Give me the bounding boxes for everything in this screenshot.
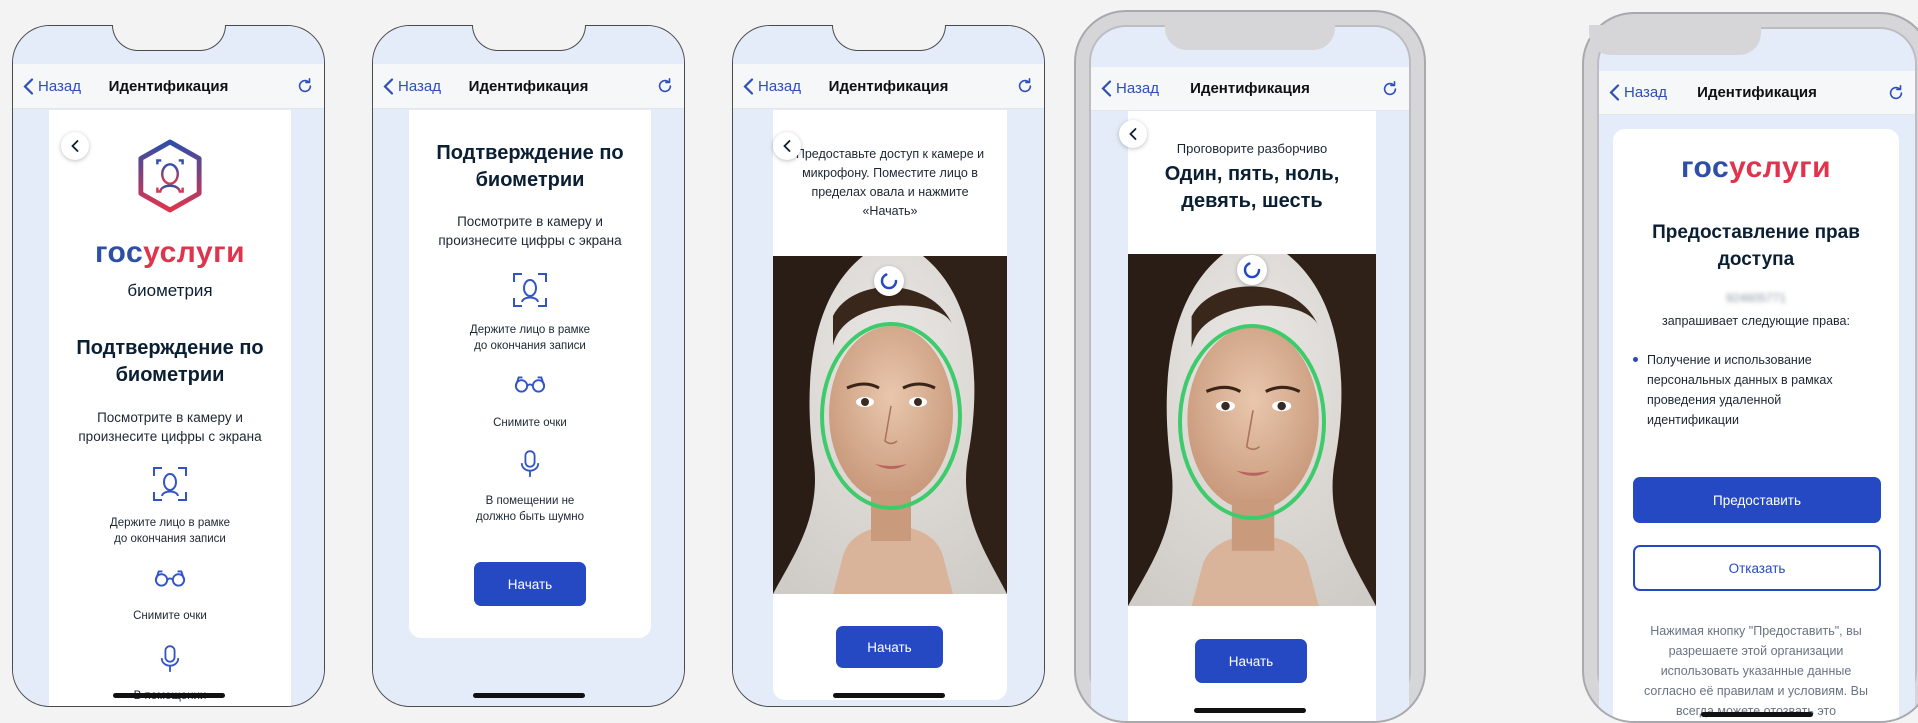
face-frame-icon [153, 467, 187, 501]
nav-bar: Назад Идентификация [1599, 71, 1915, 115]
chevron-left-icon [743, 77, 754, 95]
microphone-icon [160, 645, 180, 672]
nav-bar: Назад Идентификация [733, 64, 1044, 109]
refresh-icon[interactable] [296, 77, 314, 95]
refresh-icon[interactable] [1887, 84, 1905, 102]
tip-face-frame: Держите лицо в рамке до окончания записи [469, 324, 591, 352]
phone-screen-1: Назад Идентификация госуслуги биометрия … [12, 25, 325, 707]
back-label: Назад [1624, 84, 1667, 101]
content-card: Проговорите разборчиво Один, пять, ноль,… [1128, 111, 1376, 721]
spinner-icon [1243, 261, 1261, 279]
phone-screen-3: Назад Идентификация Предоставьте доступ … [732, 25, 1045, 707]
nav-bar: Назад Идентификация [1091, 67, 1409, 111]
back-button[interactable]: Назад [743, 78, 801, 95]
camera-preview [773, 256, 1007, 594]
camera-preview [1128, 254, 1376, 606]
face-frame-icon [513, 273, 547, 307]
face-oval-guide [820, 322, 962, 510]
grant-button[interactable]: Предоставить [1633, 477, 1881, 523]
description: Посмотрите в камеру и произнесите цифры … [78, 410, 262, 444]
nav-bar: Назад Идентификация [13, 64, 324, 109]
home-indicator [472, 693, 585, 698]
start-button[interactable]: Начать [1195, 639, 1307, 683]
consent-footer: Нажимая кнопку "Предоставить", вы разреш… [1644, 624, 1868, 718]
refresh-icon[interactable] [1016, 77, 1034, 95]
loading-spinner [1237, 255, 1267, 285]
phone-screen-4: Назад Идентификация Проговорите разборчи… [1074, 10, 1426, 723]
back-label: Назад [758, 77, 801, 95]
chevron-left-icon [71, 140, 79, 152]
gosuslugi-logo: госуслуги [1680, 151, 1832, 184]
page-heading: Подтверждение по биометрии [76, 337, 264, 386]
back-button[interactable]: Назад [23, 78, 81, 95]
content-card: госуслуги биометрия Подтверждение по био… [49, 110, 291, 706]
tip-noise: В помещении не должно быть шумно [475, 495, 584, 523]
phone-notch [472, 25, 586, 51]
deny-button[interactable]: Отказать [1633, 545, 1881, 591]
phone-notch [832, 25, 946, 51]
page-heading: Предоставление прав доступа [1652, 222, 1860, 270]
home-indicator [832, 693, 945, 698]
nav-bar: Назад Идентификация [373, 64, 684, 109]
phone-notch [112, 25, 226, 51]
back-button[interactable]: Назад [1609, 84, 1667, 101]
back-label: Назад [1116, 80, 1159, 97]
tip-glasses: Снимите очки [133, 610, 207, 622]
biometry-logo-icon [138, 139, 202, 213]
glasses-icon [514, 376, 546, 393]
description: Посмотрите в камеру и произнесите цифры … [438, 214, 622, 248]
loading-spinner [874, 266, 904, 296]
microphone-icon [520, 450, 540, 477]
content-card: Подтверждение по биометрии Посмотрите в … [409, 110, 651, 638]
permission-text: Получение и использование персональных д… [1647, 353, 1833, 427]
permission-item: Получение и использование персональных д… [1633, 350, 1881, 430]
chevron-left-icon [783, 140, 791, 152]
bullet-dot [1633, 357, 1638, 362]
back-button[interactable]: Назад [1101, 80, 1159, 97]
chevron-left-icon [1129, 128, 1137, 140]
home-indicator [1194, 708, 1306, 713]
start-button[interactable]: Начать [474, 562, 586, 606]
organization-id: 924605771 [1725, 291, 1787, 305]
back-label: Назад [398, 77, 441, 95]
chevron-left-icon [23, 77, 34, 95]
back-button[interactable]: Назад [383, 78, 441, 95]
phone-screen-2: Назад Идентификация Подтверждение по био… [372, 25, 685, 707]
phone-notch [1589, 25, 1761, 55]
tip-face-frame: Держите лицо в рамке до окончания записи [109, 517, 231, 545]
chevron-left-icon [1609, 84, 1620, 101]
brand-subtitle: биометрия [127, 281, 213, 300]
page-heading: Подтверждение по биометрии [436, 142, 624, 191]
home-indicator [1701, 712, 1813, 717]
content-card: Предоставьте доступ к камере и микрофону… [773, 110, 1007, 700]
face-oval-guide [1178, 324, 1326, 520]
refresh-icon[interactable] [1381, 80, 1399, 98]
glasses-icon [154, 570, 186, 587]
card-back-button[interactable] [61, 132, 89, 160]
speak-prompt: Проговорите разборчиво [1176, 141, 1328, 156]
home-indicator [112, 693, 225, 698]
refresh-icon[interactable] [656, 77, 674, 95]
chevron-left-icon [1101, 80, 1112, 97]
gosuslugi-logo: госуслуги [94, 236, 246, 269]
card-back-button[interactable] [773, 132, 801, 160]
start-button[interactable]: Начать [836, 626, 943, 668]
chevron-left-icon [383, 77, 394, 95]
back-label: Назад [38, 77, 81, 95]
card-back-button[interactable] [1119, 120, 1147, 148]
request-text: запрашивает следующие права: [1662, 314, 1850, 328]
phone-screen-5: Назад Идентификация госуслуги Предоставл… [1582, 12, 1918, 723]
camera-instruction: Предоставьте доступ к камере и микрофону… [795, 147, 985, 218]
tip-glasses: Снимите очки [493, 417, 567, 429]
content-card: госуслуги Предоставление прав доступа 92… [1613, 129, 1899, 721]
digits-to-speak: Один, пять, ноль, девять, шесть [1164, 163, 1340, 212]
phone-notch [1165, 22, 1335, 50]
spinner-icon [880, 272, 898, 290]
